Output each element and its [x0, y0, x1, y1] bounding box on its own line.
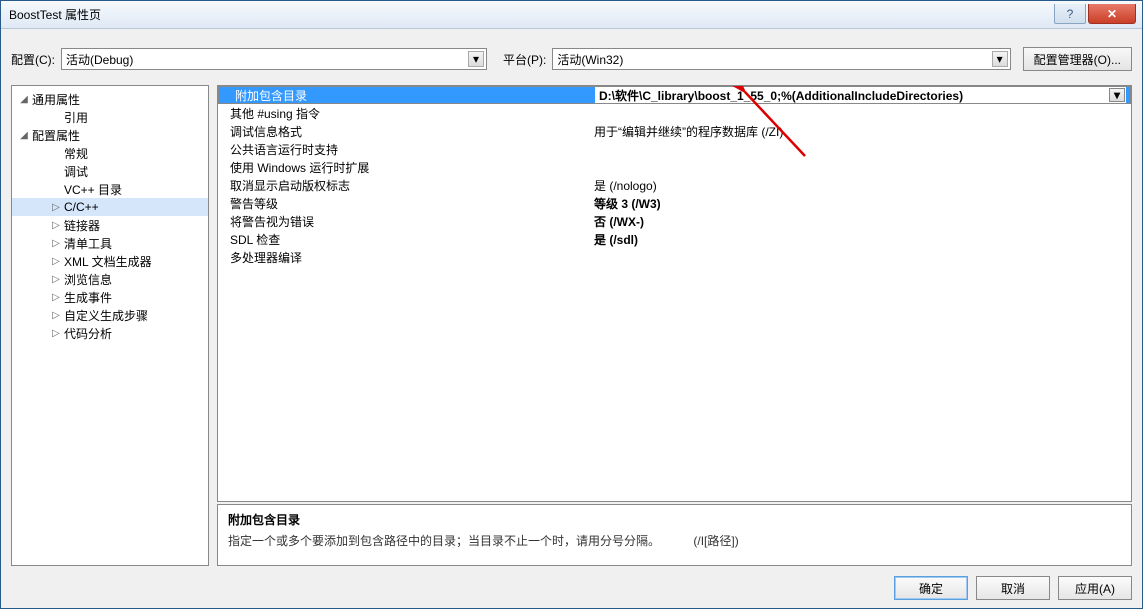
- property-row[interactable]: 公共语言运行时支持: [218, 140, 1131, 158]
- tree-item-label: 通用属性: [32, 91, 80, 108]
- right-pane: 附加包含目录D:\软件\C_library\boost_1_55_0;%(Add…: [217, 85, 1132, 566]
- property-name: 公共语言运行时支持: [218, 141, 590, 158]
- tree-twisty-icon: ▷: [50, 292, 62, 303]
- property-name: 附加包含目录: [223, 87, 595, 104]
- config-manager-button[interactable]: 配置管理器(O)...: [1023, 47, 1132, 71]
- tree-item[interactable]: ▷生成事件: [12, 288, 208, 306]
- tree-item-label: XML 文档生成器: [64, 253, 152, 270]
- property-value[interactable]: D:\软件\C_library\boost_1_55_0;%(Additiona…: [595, 87, 1126, 103]
- titlebar-controls: ? ✕: [1054, 5, 1142, 24]
- property-name: 调试信息格式: [218, 123, 590, 140]
- property-row[interactable]: 使用 Windows 运行时扩展: [218, 158, 1131, 176]
- content-area: 配置(C): 活动(Debug) ▾ 平台(P): 活动(Win32) ▾ 配置…: [1, 29, 1142, 608]
- property-value: 用于“编辑并继续”的程序数据库 (/ZI): [590, 123, 1131, 140]
- tree-item-label: VC++ 目录: [64, 181, 122, 198]
- property-row[interactable]: 警告等级等级 3 (/W3): [218, 194, 1131, 212]
- property-row[interactable]: 调试信息格式用于“编辑并继续”的程序数据库 (/ZI): [218, 122, 1131, 140]
- tree-twisty-icon: ▷: [50, 238, 62, 249]
- tree-item-label: 自定义生成步骤: [64, 307, 148, 324]
- button-row: 确定 取消 应用(A): [11, 566, 1132, 600]
- property-value: 等级 3 (/W3): [590, 195, 1131, 212]
- property-value: 是 (/sdl): [590, 231, 1131, 248]
- property-row[interactable]: 附加包含目录D:\软件\C_library\boost_1_55_0;%(Add…: [218, 86, 1131, 104]
- platform-value: 活动(Win32): [557, 51, 623, 68]
- property-value: 是 (/nologo): [590, 177, 1131, 194]
- tree-item[interactable]: ◢通用属性: [12, 90, 208, 108]
- property-row[interactable]: 多处理器编译: [218, 248, 1131, 266]
- property-grid[interactable]: 附加包含目录D:\软件\C_library\boost_1_55_0;%(Add…: [217, 85, 1132, 502]
- property-row[interactable]: SDL 检查是 (/sdl): [218, 230, 1131, 248]
- tree-item[interactable]: ▷C/C++: [12, 198, 208, 216]
- tree-item[interactable]: ▷代码分析: [12, 324, 208, 342]
- tree-item-label: C/C++: [64, 200, 99, 214]
- property-pages-dialog: BoostTest 属性页 ? ✕ 配置(C): 活动(Debug) ▾ 平台(…: [0, 0, 1143, 609]
- apply-button[interactable]: 应用(A): [1058, 576, 1132, 600]
- config-select[interactable]: 活动(Debug) ▾: [61, 48, 487, 70]
- category-tree[interactable]: ◢通用属性引用◢配置属性常规调试VC++ 目录▷C/C++▷链接器▷清单工具▷X…: [11, 85, 209, 566]
- platform-select[interactable]: 活动(Win32) ▾: [552, 48, 1010, 70]
- property-row[interactable]: 取消显示启动版权标志是 (/nologo): [218, 176, 1131, 194]
- tree-item[interactable]: ▷自定义生成步骤: [12, 306, 208, 324]
- tree-twisty-icon: ▷: [50, 202, 62, 213]
- property-name: 将警告视为错误: [218, 213, 590, 230]
- cancel-button[interactable]: 取消: [976, 576, 1050, 600]
- tree-twisty-icon: ▷: [50, 310, 62, 321]
- property-name: 取消显示启动版权标志: [218, 177, 590, 194]
- tree-twisty-icon: ◢: [18, 94, 30, 105]
- description-pane: 附加包含目录 指定一个或多个要添加到包含路径中的目录；当目录不止一个时，请用分号…: [217, 504, 1132, 566]
- tree-twisty-icon: ▷: [50, 220, 62, 231]
- config-value: 活动(Debug): [66, 51, 133, 68]
- tree-item-label: 配置属性: [32, 127, 80, 144]
- tree-twisty-icon: ◢: [18, 130, 30, 141]
- close-button[interactable]: ✕: [1088, 4, 1136, 24]
- property-name: SDL 检查: [218, 231, 590, 248]
- chevron-down-icon[interactable]: ▾: [1109, 88, 1125, 102]
- tree-item-label: 引用: [64, 109, 88, 126]
- close-icon: ✕: [1107, 7, 1117, 21]
- property-name: 其他 #using 指令: [218, 105, 590, 122]
- description-title: 附加包含目录: [228, 511, 1121, 528]
- property-row[interactable]: 其他 #using 指令: [218, 104, 1131, 122]
- tree-item-label: 代码分析: [64, 325, 112, 342]
- tree-twisty-icon: ▷: [50, 256, 62, 267]
- tree-item-label: 链接器: [64, 217, 100, 234]
- property-value: 否 (/WX-): [590, 213, 1131, 230]
- tree-item-label: 调试: [64, 163, 88, 180]
- description-body: 指定一个或多个要添加到包含路径中的目录；当目录不止一个时，请用分号分隔。 (/I…: [228, 532, 1121, 549]
- property-name: 多处理器编译: [218, 249, 590, 266]
- tree-item[interactable]: 常规: [12, 144, 208, 162]
- tree-item[interactable]: ◢配置属性: [12, 126, 208, 144]
- window-title: BoostTest 属性页: [9, 6, 101, 23]
- chevron-down-icon: ▾: [992, 51, 1008, 67]
- tree-item-label: 生成事件: [64, 289, 112, 306]
- tree-item-label: 清单工具: [64, 235, 112, 252]
- body: ◢通用属性引用◢配置属性常规调试VC++ 目录▷C/C++▷链接器▷清单工具▷X…: [11, 85, 1132, 566]
- help-button[interactable]: ?: [1054, 4, 1086, 24]
- tree-item[interactable]: ▷清单工具: [12, 234, 208, 252]
- tree-item-label: 浏览信息: [64, 271, 112, 288]
- tree-item[interactable]: ▷链接器: [12, 216, 208, 234]
- tree-twisty-icon: ▷: [50, 328, 62, 339]
- tree-item-label: 常规: [64, 145, 88, 162]
- tree-item[interactable]: 引用: [12, 108, 208, 126]
- config-label: 配置(C):: [11, 51, 55, 68]
- tree-twisty-icon: ▷: [50, 274, 62, 285]
- tree-item[interactable]: VC++ 目录: [12, 180, 208, 198]
- property-name: 使用 Windows 运行时扩展: [218, 159, 590, 176]
- config-row: 配置(C): 活动(Debug) ▾ 平台(P): 活动(Win32) ▾ 配置…: [11, 47, 1132, 71]
- tree-item[interactable]: 调试: [12, 162, 208, 180]
- tree-item[interactable]: ▷XML 文档生成器: [12, 252, 208, 270]
- help-icon: ?: [1067, 7, 1074, 21]
- ok-button[interactable]: 确定: [894, 576, 968, 600]
- property-row[interactable]: 将警告视为错误否 (/WX-): [218, 212, 1131, 230]
- chevron-down-icon: ▾: [468, 51, 484, 67]
- platform-label: 平台(P):: [503, 51, 546, 68]
- tree-item[interactable]: ▷浏览信息: [12, 270, 208, 288]
- titlebar[interactable]: BoostTest 属性页 ? ✕: [1, 1, 1142, 29]
- property-name: 警告等级: [218, 195, 590, 212]
